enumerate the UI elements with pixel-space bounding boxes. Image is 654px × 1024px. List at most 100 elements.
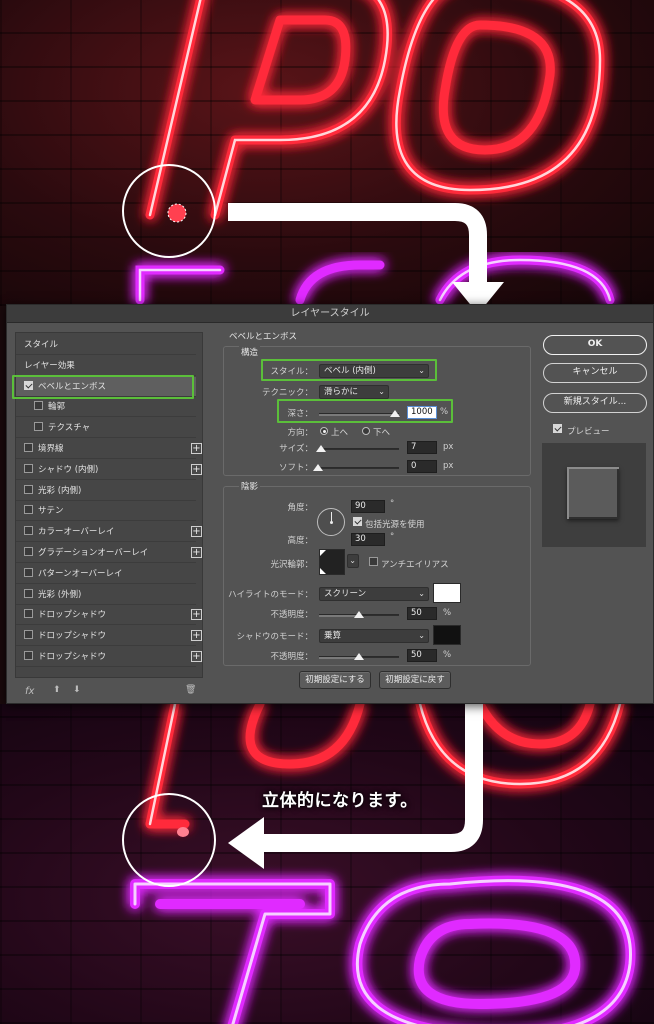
antialias-label: アンチエイリアス bbox=[381, 560, 449, 570]
effects-list-item[interactable]: サテン bbox=[16, 501, 196, 522]
effects-list-item[interactable]: レイヤー効果 bbox=[16, 356, 196, 376]
add-effect-icon[interactable]: + bbox=[191, 463, 202, 475]
effects-list-item[interactable]: カラーオーバーレイ + bbox=[16, 522, 202, 543]
highlight-mode-select[interactable]: スクリーン ⌄ bbox=[319, 587, 429, 601]
effects-list-item[interactable]: 輪郭 bbox=[16, 397, 196, 418]
soften-slider-thumb[interactable] bbox=[313, 464, 323, 471]
antialias-checkbox[interactable] bbox=[369, 557, 378, 566]
effect-label: ドロップシャドウ bbox=[38, 652, 107, 662]
add-effect-icon[interactable]: + bbox=[191, 526, 202, 538]
gloss-contour-picker[interactable] bbox=[319, 549, 345, 575]
effects-list-item[interactable]: 光彩 (外側) bbox=[16, 585, 196, 605]
highlight-mode-value: スクリーン bbox=[324, 589, 367, 599]
effect-label: グラデーションオーバーレイ bbox=[38, 548, 149, 558]
effect-checkbox[interactable] bbox=[24, 463, 33, 473]
effect-checkbox[interactable] bbox=[24, 547, 33, 556]
add-effect-icon[interactable]: + bbox=[191, 651, 202, 662]
global-light-label: 包括光源を使用 bbox=[365, 520, 425, 530]
layer-style-dialog: レイヤースタイル スタイル レイヤー効果 ベベルとエンボス 輪郭 テクスチャ 境界線 + シャ… bbox=[6, 304, 654, 704]
trash-icon[interactable]: 🗑 bbox=[185, 685, 196, 695]
effect-checkbox[interactable] bbox=[24, 526, 33, 536]
move-down-icon[interactable]: ⬇ bbox=[73, 685, 81, 695]
preview-label: プレビュー bbox=[567, 427, 610, 437]
highlight-color-swatch[interactable] bbox=[433, 583, 461, 603]
make-default-button[interactable]: 初期設定にする bbox=[299, 671, 371, 689]
add-effect-icon[interactable]: + bbox=[191, 609, 202, 621]
neon-background-bottom bbox=[0, 704, 654, 1024]
add-effect-icon[interactable]: + bbox=[191, 443, 202, 454]
cancel-button[interactable]: キャンセル bbox=[543, 363, 647, 383]
altitude-input[interactable]: 30 bbox=[351, 533, 385, 546]
effect-checkbox[interactable] bbox=[34, 401, 43, 411]
effects-list-item[interactable]: ドロップシャドウ + bbox=[16, 605, 202, 626]
technique-select-value: 滑らかに bbox=[324, 387, 359, 397]
soften-label: ソフト： bbox=[278, 463, 313, 473]
effects-list-item[interactable]: テクスチャ bbox=[16, 418, 196, 439]
effect-label: パターンオーバーレイ bbox=[38, 568, 123, 579]
effects-list-item[interactable]: スタイル bbox=[16, 335, 196, 355]
shadow-mode-select[interactable]: 乗算 ⌄ bbox=[319, 629, 429, 643]
technique-select[interactable]: 滑らかに ⌄ bbox=[319, 385, 389, 399]
global-light-checkbox[interactable] bbox=[353, 517, 362, 526]
shadow-opacity-input[interactable]: 50 bbox=[407, 649, 437, 662]
size-input[interactable]: 7 bbox=[407, 441, 437, 454]
effect-checkbox[interactable] bbox=[24, 609, 33, 619]
dialog-title: レイヤースタイル bbox=[7, 305, 653, 323]
size-slider[interactable] bbox=[319, 448, 399, 450]
altitude-label: 高度： bbox=[287, 536, 313, 546]
preview-checkbox[interactable] bbox=[553, 424, 562, 433]
neon-letters-bottom bbox=[130, 704, 636, 1024]
shadow-color-swatch[interactable] bbox=[433, 625, 461, 645]
effects-list-item[interactable]: 境界線 + bbox=[16, 439, 202, 459]
direction-down-radio[interactable] bbox=[362, 427, 370, 435]
shadow-mode-label: シャドウのモード： bbox=[236, 632, 313, 642]
highlight-opacity-thumb[interactable] bbox=[354, 611, 364, 618]
size-slider-thumb[interactable] bbox=[316, 445, 326, 452]
soften-input[interactable]: 0 bbox=[407, 460, 437, 473]
effect-checkbox[interactable] bbox=[24, 484, 33, 494]
effects-list-item[interactable]: 光彩 (内側) bbox=[16, 481, 196, 501]
move-up-icon[interactable]: ⬆ bbox=[53, 685, 61, 695]
shadow-opacity-thumb[interactable] bbox=[354, 653, 364, 660]
effects-list-item[interactable]: グラデーションオーバーレイ + bbox=[16, 543, 202, 563]
fx-button[interactable]: fx bbox=[25, 686, 34, 697]
soften-slider[interactable] bbox=[319, 467, 399, 469]
highlight-opacity-input[interactable]: 50 bbox=[407, 607, 437, 620]
direction-down-label: 下へ bbox=[373, 428, 391, 438]
gloss-contour-label: 光沢輪郭： bbox=[270, 560, 313, 570]
bevel-section-title: ベベルとエンボス bbox=[229, 332, 298, 342]
angle-dial[interactable] bbox=[317, 508, 345, 536]
effects-list-item[interactable]: ドロップシャドウ + bbox=[16, 626, 202, 647]
angle-input[interactable]: 90 bbox=[351, 500, 385, 513]
new-style-button[interactable]: 新規スタイル... bbox=[543, 393, 647, 413]
effect-label: スタイル bbox=[24, 340, 59, 350]
chevron-down-icon: ⌄ bbox=[418, 631, 425, 640]
angle-unit: ° bbox=[390, 499, 395, 509]
effect-checkbox[interactable] bbox=[24, 443, 33, 452]
effects-footer: fx ⬆ ⬇ 🗑 bbox=[15, 684, 203, 702]
effect-checkbox[interactable] bbox=[24, 505, 33, 515]
effect-checkbox[interactable] bbox=[24, 588, 33, 598]
add-effect-icon[interactable]: + bbox=[191, 630, 202, 642]
effects-list-item[interactable]: パターンオーバーレイ bbox=[16, 564, 196, 584]
soften-unit: px bbox=[443, 461, 454, 471]
chevron-down-icon: ⌄ bbox=[349, 556, 356, 565]
reset-default-button[interactable]: 初期設定に戻す bbox=[379, 671, 451, 689]
effect-checkbox[interactable] bbox=[24, 651, 33, 660]
effect-label: 境界線 bbox=[38, 444, 64, 454]
technique-label: テクニック： bbox=[261, 388, 313, 398]
effect-checkbox[interactable] bbox=[24, 630, 33, 640]
dialog-body: スタイル レイヤー効果 ベベルとエンボス 輪郭 テクスチャ 境界線 + シャドウ (内側) + 光… bbox=[7, 324, 653, 703]
effect-label: ドロップシャドウ bbox=[38, 610, 107, 621]
size-unit: px bbox=[443, 442, 454, 452]
effects-list-item[interactable]: シャドウ (内側) + bbox=[16, 460, 202, 480]
add-effect-icon[interactable]: + bbox=[191, 547, 202, 558]
effect-checkbox[interactable] bbox=[24, 567, 33, 577]
gloss-contour-dropdown[interactable]: ⌄ bbox=[347, 554, 359, 568]
effect-checkbox[interactable] bbox=[34, 422, 43, 432]
ok-button[interactable]: OK bbox=[543, 335, 647, 355]
result-caption: 立体的になります。 bbox=[262, 791, 418, 811]
angle-label: 角度： bbox=[287, 503, 313, 513]
direction-up-radio[interactable] bbox=[320, 427, 328, 435]
effects-list-item[interactable]: ドロップシャドウ + bbox=[16, 647, 202, 667]
